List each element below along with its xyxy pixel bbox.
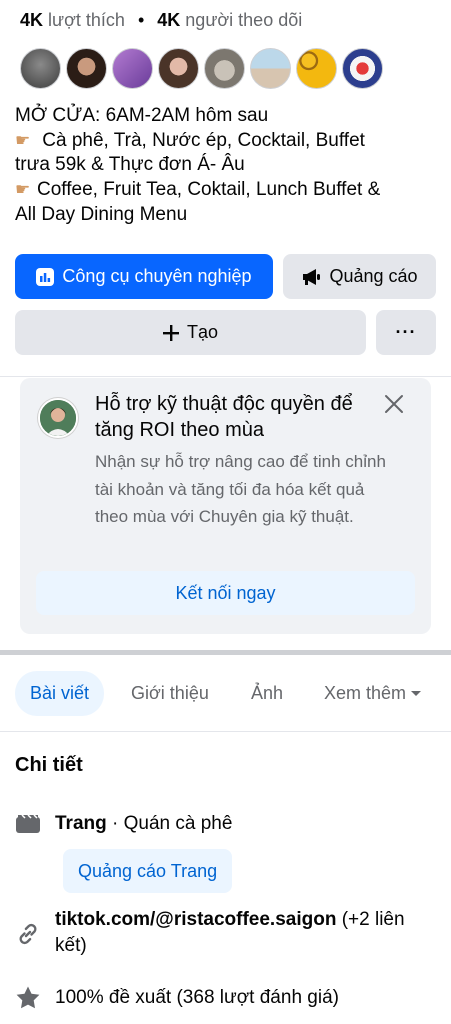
tab-posts[interactable]: Bài viết bbox=[15, 671, 105, 716]
tab-see-more[interactable]: Xem thêm bbox=[324, 671, 422, 716]
create-label: Tạo bbox=[186, 322, 219, 342]
likes-label[interactable]: lượt thích bbox=[48, 10, 125, 30]
tab-about-label: Giới thiệu bbox=[131, 683, 209, 703]
professional-tools-label: Công cụ chuyên nghiệp bbox=[62, 266, 252, 286]
professional-tools-button[interactable]: Công cụ chuyên nghiệp bbox=[15, 254, 273, 299]
more-options-button[interactable]: ··· bbox=[376, 310, 436, 355]
tab-photos-label: Ảnh bbox=[251, 683, 284, 703]
stats-separator: • bbox=[137, 10, 145, 30]
avatar[interactable] bbox=[66, 48, 107, 89]
bio-en-menu-cont: All Day Dining Menu bbox=[15, 203, 188, 225]
link-icon bbox=[19, 923, 37, 945]
connect-now-label: Kết nối ngay bbox=[175, 582, 276, 603]
pointing-hand-icon: ☛ bbox=[15, 180, 31, 200]
rating-link[interactable]: 100% đề xuất (368 lượt đánh giá) bbox=[55, 985, 339, 1011]
section-divider bbox=[0, 650, 451, 655]
detail-links: tiktok.com/@ristacoffee.saigon (+2 liên … bbox=[15, 907, 415, 959]
divider bbox=[0, 376, 451, 377]
promote-page-button[interactable]: Quảng cáo Trang bbox=[63, 849, 233, 893]
follower-avatars[interactable] bbox=[20, 48, 383, 89]
tiktok-link[interactable]: tiktok.com/@ristacoffee.saigon bbox=[55, 909, 336, 930]
detail-page-category: · Quán cà phê bbox=[106, 813, 233, 834]
avatar[interactable] bbox=[296, 48, 337, 89]
promo-title: Hỗ trợ kỹ thuật độc quyền để tăng ROI th… bbox=[95, 393, 353, 441]
star-icon bbox=[16, 986, 40, 1009]
followers-count: 4K bbox=[157, 10, 181, 30]
avatar[interactable] bbox=[20, 48, 61, 89]
likes-count: 4K bbox=[20, 10, 44, 30]
page-stats: 4K lượt thích • 4K người theo dõi bbox=[20, 10, 302, 31]
advertise-button[interactable]: Quảng cáo bbox=[283, 254, 436, 299]
tab-see-more-label: Xem thêm bbox=[324, 683, 407, 703]
bio-en-menu: Coffee, Fruit Tea, Coktail, Lunch Buffet… bbox=[37, 179, 381, 201]
caret-down-icon bbox=[411, 690, 422, 696]
detail-rating: 100% đề xuất (368 lượt đánh giá) bbox=[15, 985, 339, 1011]
more-options-label: ··· bbox=[395, 322, 417, 342]
advertise-label: Quảng cáo bbox=[329, 266, 418, 286]
support-agent-avatar bbox=[38, 398, 78, 438]
detail-category: Trang · Quán cà phê bbox=[15, 811, 232, 837]
profile-tabs: Bài viết Giới thiệu Ảnh Xem thêm bbox=[15, 671, 435, 716]
action-row-2: Tạo ··· bbox=[15, 310, 436, 355]
avatar[interactable] bbox=[342, 48, 383, 89]
page-bio: MỞ CỬA: 6AM-2AM hôm sau ☛ Cà phê, Trà, N… bbox=[15, 104, 440, 228]
bio-vn-menu-cont: trưa 59k & Thực đơn Á- Âu bbox=[15, 154, 245, 176]
connect-now-button[interactable]: Kết nối ngay bbox=[36, 571, 415, 615]
megaphone-icon bbox=[303, 268, 321, 285]
action-row-1: Công cụ chuyên nghiệp Quảng cáo bbox=[15, 254, 436, 299]
tab-about[interactable]: Giới thiệu bbox=[131, 671, 209, 716]
avatar[interactable] bbox=[112, 48, 153, 89]
bio-vn-menu: Cà phê, Trà, Nước ép, Cocktail, Buffet bbox=[42, 129, 365, 151]
bar-chart-icon bbox=[36, 267, 55, 286]
tab-posts-label: Bài viết bbox=[30, 683, 90, 703]
details-title: Chi tiết bbox=[15, 754, 83, 776]
bio-hours: MỞ CỬA: 6AM-2AM hôm sau bbox=[15, 105, 269, 126]
support-promo-card: Hỗ trợ kỹ thuật độc quyền để tăng ROI th… bbox=[20, 378, 431, 634]
promo-body: Nhận sự hỗ trợ nâng cao để tinh chỉnh tà… bbox=[95, 452, 386, 526]
close-icon[interactable] bbox=[382, 392, 406, 416]
pointing-hand-icon: ☛ bbox=[15, 130, 31, 150]
avatar[interactable] bbox=[204, 48, 245, 89]
create-button[interactable]: Tạo bbox=[15, 310, 366, 355]
promote-page-label: Quảng cáo Trang bbox=[78, 860, 218, 881]
tab-photos[interactable]: Ảnh bbox=[251, 671, 283, 716]
followers-label[interactable]: người theo dõi bbox=[185, 10, 302, 30]
divider bbox=[0, 731, 451, 732]
avatar[interactable] bbox=[250, 48, 291, 89]
plus-icon bbox=[162, 324, 179, 341]
clapperboard-icon bbox=[16, 814, 40, 833]
detail-page-label: Trang bbox=[55, 813, 107, 834]
avatar[interactable] bbox=[158, 48, 199, 89]
